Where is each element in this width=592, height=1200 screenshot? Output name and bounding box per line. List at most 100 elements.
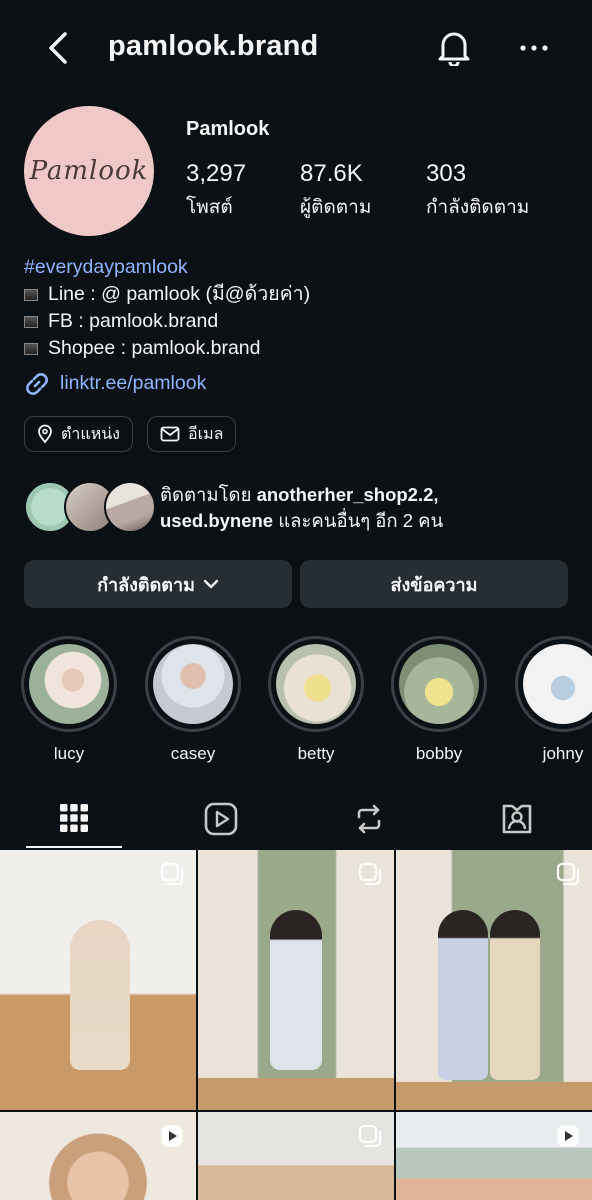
tab-reels[interactable] (173, 790, 269, 848)
bio-link[interactable]: linktr.ee/pamlook (24, 370, 568, 397)
more-horizontal-icon (520, 45, 548, 51)
back-button[interactable] (40, 28, 76, 68)
avatar[interactable]: Pamlook (24, 106, 154, 236)
chevron-down-icon (203, 579, 219, 589)
reel-play-icon (557, 1125, 579, 1147)
stat-value: 303 (426, 160, 467, 187)
bio: #everydaypamlook Line : @ pamlook (มี@ด้… (24, 254, 568, 397)
highlight-thumbnail (399, 644, 479, 724)
square-emoji-icon (24, 342, 38, 355)
bio-link-text: linktr.ee/pamlook (60, 372, 207, 394)
highlight-item[interactable]: casey (145, 636, 241, 764)
bio-line: Line : @ pamlook (มี@ด้วยค่า) (24, 281, 568, 308)
highlight-item[interactable]: johny (515, 636, 592, 764)
bio-line-text: Line : @ pamlook (มี@ด้วยค่า) (48, 283, 311, 305)
stat-value: 3,297 (186, 160, 247, 187)
tab-tagged[interactable] (469, 790, 565, 848)
post-figure (438, 910, 488, 1080)
stat-followers[interactable]: 87.6K ผู้ติดตาม (300, 160, 371, 222)
followed-by-text: ติดตามโดย anotherher_shop2.2, used.bynen… (160, 482, 443, 534)
highlight-thumbnail (523, 644, 592, 724)
stat-label: โพสต์ (186, 197, 233, 218)
follower-avatar (104, 481, 156, 533)
square-emoji-icon (24, 288, 38, 301)
reel-play-icon (161, 1125, 183, 1147)
post-thumbnail[interactable] (198, 1112, 394, 1200)
reels-icon (204, 802, 238, 836)
mail-icon (160, 426, 180, 442)
message-button[interactable]: ส่งข้อความ (300, 560, 568, 608)
post-grid (0, 850, 592, 1200)
post-thumbnail[interactable] (198, 850, 394, 1110)
followed-by-prefix: ติดตามโดย (160, 484, 257, 505)
highlight-label: betty (297, 744, 335, 763)
carousel-icon (160, 862, 184, 886)
followed-by[interactable]: ติดตามโดย anotherher_shop2.2, used.bynen… (24, 478, 584, 538)
post-thumbnail[interactable] (396, 1112, 592, 1200)
top-bar: pamlook.brand (0, 0, 592, 96)
highlight-label: lucy (53, 744, 85, 763)
stat-label: ผู้ติดตาม (300, 197, 372, 218)
highlight-item[interactable]: lucy (21, 636, 117, 764)
highlight-ring (515, 636, 592, 732)
highlight-label: johny (542, 744, 584, 763)
avatar-logo-text: Pamlook (29, 156, 149, 186)
post-floor (198, 1078, 394, 1110)
tagged-icon (502, 804, 532, 834)
bio-line-text: FB : pamlook.brand (48, 310, 219, 332)
more-options-button[interactable] (514, 28, 554, 68)
stat-value: 87.6K (300, 160, 363, 187)
post-figure (270, 910, 322, 1070)
post-figure (70, 920, 130, 1070)
bell-icon (438, 32, 470, 66)
bio-line: FB : pamlook.brand (24, 308, 568, 335)
page-title: pamlook.brand (108, 30, 319, 62)
post-thumbnail[interactable] (0, 850, 196, 1110)
repost-icon (357, 804, 381, 834)
grid-icon (60, 804, 88, 832)
stat-label: กำลังติดตาม (426, 197, 530, 218)
tab-reposts[interactable] (321, 790, 417, 848)
square-emoji-icon (24, 315, 38, 328)
followed-by-suffix: และคนอื่นๆ อีก 2 คน (273, 510, 444, 531)
following-button-label: กำลังติดตาม (97, 574, 195, 595)
highlight-ring (268, 636, 364, 732)
highlight-thumbnail (276, 644, 356, 724)
chip-label: อีเมล (188, 425, 224, 443)
followed-by-user[interactable]: used.bynene (160, 510, 273, 531)
highlight-thumbnail (29, 644, 109, 724)
post-thumbnail[interactable] (396, 850, 592, 1110)
highlight-label: casey (170, 744, 216, 763)
carousel-icon (358, 862, 382, 886)
following-button[interactable]: กำลังติดตาม (24, 560, 292, 608)
stat-posts: 3,297 โพสต์ (186, 160, 246, 222)
display-name: Pamlook (186, 118, 270, 140)
followed-by-user[interactable]: anotherher_shop2.2, (257, 484, 439, 505)
location-pin-icon (38, 424, 52, 444)
bio-hashtag[interactable]: #everydaypamlook (24, 254, 568, 281)
email-chip[interactable]: อีเมล (147, 416, 237, 452)
highlight-label: bobby (415, 744, 463, 763)
profile-tabs (0, 790, 592, 848)
carousel-icon (358, 1124, 382, 1148)
stat-following[interactable]: 303 กำลังติดตาม (426, 160, 529, 222)
highlight-thumbnail (153, 644, 233, 724)
link-icon (26, 372, 48, 395)
chevron-left-icon (49, 32, 67, 64)
story-highlights: lucy casey betty bobby johny (0, 632, 592, 764)
post-thumbnail[interactable] (0, 1112, 196, 1200)
chip-label: ตำแหน่ง (61, 425, 120, 443)
notifications-button[interactable] (432, 26, 476, 70)
tab-grid[interactable] (26, 790, 122, 848)
highlight-item[interactable]: betty (268, 636, 364, 764)
bio-line-text: Shopee : pamlook.brand (48, 337, 261, 359)
message-button-label: ส่งข้อความ (390, 574, 478, 595)
highlight-ring (391, 636, 487, 732)
highlight-item[interactable]: bobby (391, 636, 487, 764)
highlight-ring (145, 636, 241, 732)
highlight-ring (21, 636, 117, 732)
bio-line: Shopee : pamlook.brand (24, 335, 568, 362)
location-chip[interactable]: ตำแหน่ง (24, 416, 133, 452)
carousel-icon (556, 862, 580, 886)
post-figure (490, 910, 540, 1080)
